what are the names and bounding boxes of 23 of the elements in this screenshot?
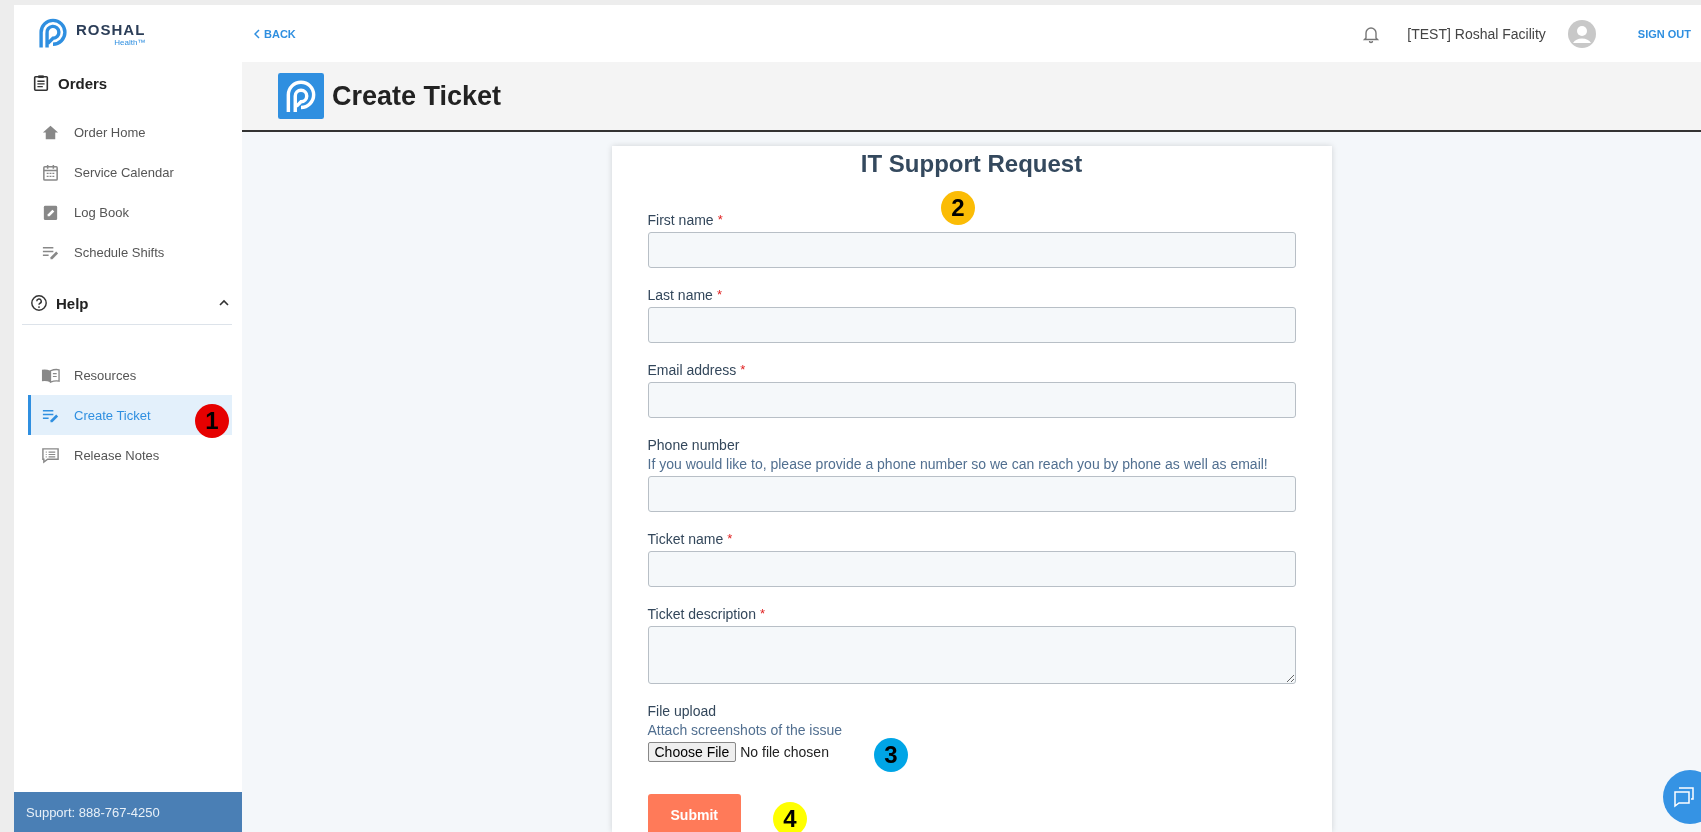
field-label: Ticket name — [647, 531, 724, 547]
required-mark: * — [716, 287, 722, 302]
section-title: Help — [56, 294, 90, 312]
section-title: Orders — [58, 74, 109, 92]
required-mark: * — [717, 212, 723, 227]
required-mark: * — [727, 531, 733, 546]
user-name: [TEST] Roshal Facility — [1407, 25, 1546, 42]
required-mark: * — [740, 362, 746, 377]
required-mark: * — [759, 606, 765, 621]
form-title: IT Support Request — [859, 150, 1084, 178]
field-label: Ticket description — [647, 606, 756, 622]
page-title: Create Ticket — [332, 80, 502, 112]
brand-name: ROSHAL — [76, 20, 146, 38]
field-hint: Attach screenshots of the issue — [647, 722, 844, 738]
field-label: Last name — [647, 287, 713, 303]
field-hint: If you would like to, please provide a phone number so we can reach you by phone as well as email! — [647, 456, 1269, 472]
field-label: First name — [647, 212, 714, 228]
support-bar: Support: 888-767-4250 — [14, 792, 242, 832]
field-label: File upload — [647, 703, 716, 719]
field-label: Phone number — [647, 437, 740, 453]
file-status: No file chosen — [740, 744, 829, 760]
field-label: Email address — [647, 362, 737, 378]
brand-subtitle: Health™ — [114, 37, 146, 47]
